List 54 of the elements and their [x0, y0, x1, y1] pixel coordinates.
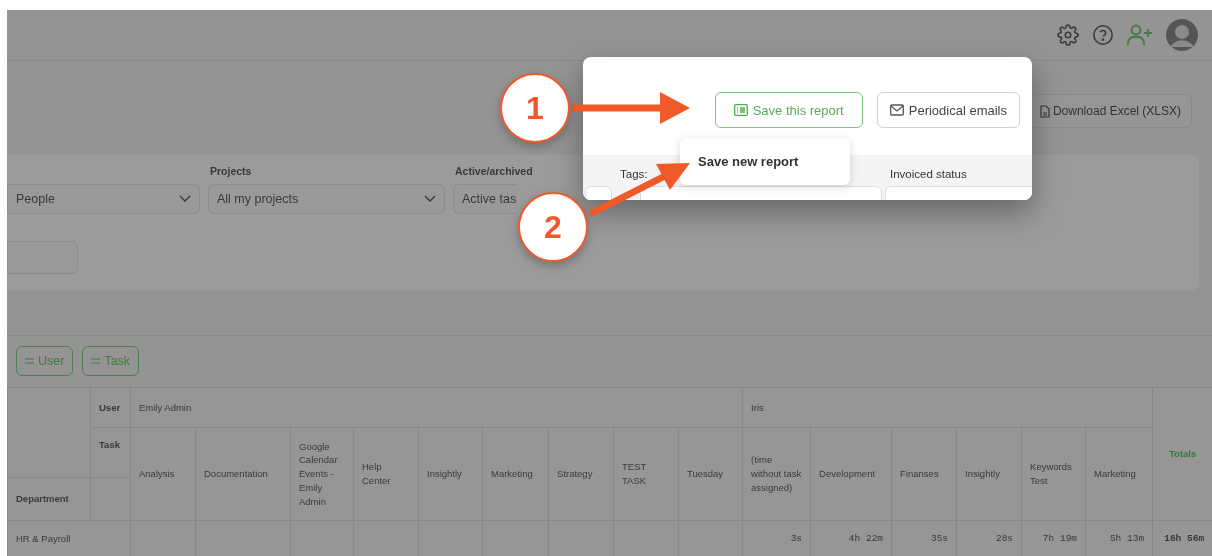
task-header: Finanses: [900, 468, 939, 480]
popup-button[interactable]: Periodical emails: [876, 92, 1020, 128]
settings-icon[interactable]: [1057, 24, 1079, 46]
row-label: Department: [16, 493, 69, 505]
input-field[interactable]: [7, 241, 78, 274]
task-header: Tuesday: [687, 468, 724, 480]
help-icon[interactable]: [1092, 24, 1114, 46]
popup-button[interactable]: Save this report: [714, 92, 863, 128]
task-header: Development: [819, 468, 876, 480]
chevron-icon: [424, 195, 436, 203]
department-cell: HR & Payroll: [16, 532, 71, 544]
filter-label: Projects: [209, 165, 253, 178]
select-value: Active tas: [462, 192, 517, 206]
task-header: Insightly: [965, 468, 1000, 480]
filter-select[interactable]: All my projects: [208, 184, 445, 214]
task-header: TEST TASK: [622, 461, 647, 486]
user-name: Emily Admin: [139, 401, 192, 413]
time-cell: 7h 19m: [1042, 532, 1078, 544]
filter-select[interactable]: Active tas: [453, 184, 517, 214]
envelope-icon: [889, 104, 904, 116]
time-cell: 3s: [790, 532, 803, 544]
task-header: Strategy: [557, 468, 593, 480]
save-new-report-item[interactable]: Save new report: [680, 138, 850, 185]
task-header: Documentation: [204, 468, 268, 480]
list-icon: [733, 104, 748, 116]
time-cell: 35s: [930, 532, 949, 544]
totals-header: Totals: [1169, 448, 1197, 460]
avatar-icon[interactable]: [1166, 19, 1198, 51]
filter-label: Active/archived: [454, 165, 533, 178]
task-header: Google Calendar Events - Emily Admin: [299, 440, 338, 507]
row-label: User: [99, 401, 121, 413]
drag-handle-icon: [25, 358, 34, 364]
task-header: (time without task assigned): [751, 454, 802, 493]
chevron-icon: [179, 195, 191, 203]
time-cell: 28s: [995, 532, 1014, 544]
select-value: All my projects: [217, 192, 299, 206]
task-header: Help Center: [362, 461, 391, 486]
task-header: Insightly: [427, 468, 462, 480]
time-cell: 4h 22m: [848, 532, 884, 544]
task-header: Analysis: [139, 468, 175, 480]
field-label: Invoiced status: [890, 168, 967, 180]
time-cell: 5h 13m: [1109, 532, 1145, 544]
task-header: Marketing: [1094, 468, 1136, 480]
total-cell: 16h 56m: [1164, 532, 1205, 544]
add-user-icon[interactable]: [1127, 24, 1153, 46]
task-header: Marketing: [491, 468, 533, 480]
task-header: Keywords Test: [1030, 461, 1072, 486]
drag-handle-icon: [91, 358, 101, 364]
user-name: Iris: [751, 401, 764, 413]
select-value: People: [16, 192, 55, 206]
row-label: Task: [99, 439, 120, 450]
field-label: Tags:: [620, 168, 648, 180]
filter-select[interactable]: People: [7, 184, 200, 214]
file-icon: [1039, 104, 1050, 118]
